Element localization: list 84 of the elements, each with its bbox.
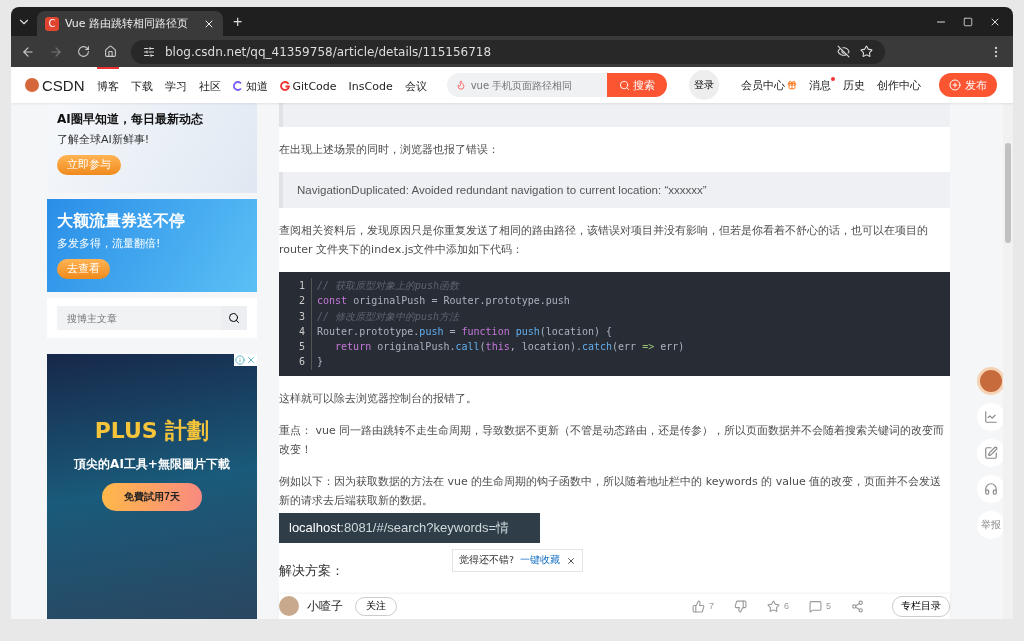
promo-button[interactable]: 免費試用7天 [102, 483, 202, 512]
search-icon[interactable] [228, 312, 240, 325]
follow-button[interactable]: 关注 [355, 596, 397, 616]
edit-icon[interactable] [984, 446, 998, 460]
promo-title: PLUS 計劃 [94, 417, 210, 446]
maximize-button[interactable] [963, 16, 973, 27]
nav-link[interactable]: InsCode [348, 67, 393, 103]
header-link[interactable]: 历史 [842, 77, 865, 93]
thumbs-up-icon[interactable] [691, 599, 705, 613]
new-tab-button[interactable]: + [229, 12, 247, 31]
chart-button[interactable] [977, 403, 1005, 431]
line-number: 4 [297, 324, 305, 339]
ring-icon [232, 81, 243, 91]
site-logo[interactable]: CSDN [25, 76, 85, 94]
line-number: 1 [297, 279, 305, 293]
report-button[interactable]: 举报 [977, 511, 1005, 539]
line-number: 6 [297, 355, 305, 370]
code-line: Router.prototype.push = function push(location) { [317, 324, 614, 339]
home-icon[interactable] [104, 45, 117, 58]
reload-icon[interactable] [77, 45, 90, 58]
plus-icon[interactable] [948, 79, 961, 91]
nav-link[interactable]: GitCode [279, 67, 337, 103]
thumbs-down-icon[interactable] [733, 599, 747, 613]
blog-search-field[interactable]: 搜博主文章 [57, 306, 221, 331]
browser-tab[interactable]: C Vue 路由跳转相同路径页 [37, 11, 223, 36]
ad-subtitle: 多发多得，流量翻倍! [57, 235, 161, 251]
ad-title: AI圈早知道，每日最新动态 [57, 111, 203, 128]
promo-subtitle: 頂尖的AI工具+無限圖片下載 [74, 456, 230, 474]
notification-dot [830, 76, 835, 81]
paragraph: 这样就可以除去浏览器控制台的报错了。 [279, 390, 478, 407]
search-button[interactable] [221, 306, 247, 331]
login-button[interactable]: 登录 [688, 70, 719, 100]
close-icon[interactable] [566, 555, 577, 566]
address-bar[interactable]: blog.csdn.net/qq_41359758/article/details/115156718 [131, 39, 885, 64]
line-number: 5 [297, 340, 305, 355]
edit-button[interactable] [977, 439, 1005, 467]
toc-button[interactable]: 专栏目录 [892, 595, 950, 617]
ad-subtitle: 了解全球AI新鲜事! [57, 132, 150, 147]
ad-title: 大额流量券送不停 [57, 210, 185, 232]
share-icon[interactable] [851, 599, 864, 613]
nav-link[interactable]: 学习 [164, 67, 187, 103]
header-link[interactable]: 创作中心 [876, 77, 921, 93]
nav-link[interactable]: 下载 [130, 67, 153, 103]
quote-block: NavigationDuplicated: Avoided redundant navigation to current location: “xxxxxx” [279, 172, 950, 208]
tooltip-text: 觉得还不错? [459, 554, 515, 567]
paragraph: 查阅相关资料后，发现原因只是你重复发送了相同的路由路径，该错误对项目并没有影响，但若是你看着不舒心的话，也可以在项目的router 文件夹下的index.js文件中添加如下代码： [279, 223, 929, 258]
back-icon[interactable] [21, 44, 35, 59]
paragraph: 重点： vue 同一路由跳转不走生命周期，导致数据不更新（不管是动态路由，还是传参），所以页面数据并不会随着搜索关键词的改变而改变！ [279, 422, 946, 458]
forward-icon[interactable] [49, 44, 63, 59]
nav-link[interactable]: 社区 [198, 67, 221, 103]
code-line: } [317, 355, 325, 370]
header-link[interactable]: 会员中心 [740, 77, 797, 93]
author-name[interactable]: 小喳子 [307, 598, 343, 614]
ring-icon [279, 81, 290, 91]
line-number: 3 [297, 309, 305, 324]
code-line: const originalPush = Router.prototype.push [317, 294, 571, 309]
header-link[interactable]: 消息 [808, 77, 831, 93]
favorite-link[interactable]: 一键收藏 [520, 554, 561, 567]
promo-banner[interactable]: PLUS 計劃 頂尖的AI工具+無限圖片下載 免費試用7天 [47, 354, 257, 619]
support-button[interactable] [977, 475, 1005, 503]
gift-icon [786, 80, 797, 90]
headphones-icon[interactable] [984, 482, 998, 496]
eye-off-icon[interactable] [837, 45, 850, 58]
paragraph: 例如以下：因为获取数据的方法在 vue 的生命周期的钩子函数中，所以随着地址栏中的 keywords 的 value 值的改变，页面并不会发送新的请求去后端获取新的数据。 [279, 473, 943, 509]
section-heading: 解决方案： [279, 561, 345, 580]
line-number: 2 [297, 294, 305, 309]
code-line: return originalPush.call(this, location).catch(err => err) [334, 340, 685, 355]
nav-link[interactable]: 知道 [232, 67, 268, 103]
scrollbar-thumb[interactable] [1005, 143, 1011, 243]
info-icon[interactable] [235, 355, 245, 366]
search-field[interactable]: vue 手机页面路径相同 [446, 73, 607, 97]
comment-icon[interactable] [809, 599, 822, 613]
bookmark-icon[interactable] [860, 45, 873, 58]
author-avatar[interactable] [279, 596, 299, 617]
paragraph: 在出现上述场景的同时，浏览器也报了错误： [279, 142, 500, 158]
site-settings-icon[interactable] [143, 45, 155, 58]
nav-link[interactable]: 会议 [404, 67, 427, 103]
line-chart-icon[interactable] [984, 410, 998, 424]
site-favicon: C [45, 16, 59, 31]
url-screenshot: localhost:8081/#/search?keywords=情 [279, 512, 540, 543]
star-icon[interactable] [766, 599, 780, 613]
ad-banner[interactable]: AI圈早知道，每日最新动态 了解全球AI新鲜事! 立即参与 [47, 103, 257, 193]
mascot-avatar[interactable] [977, 367, 1005, 395]
logo-mark-icon [25, 78, 39, 92]
